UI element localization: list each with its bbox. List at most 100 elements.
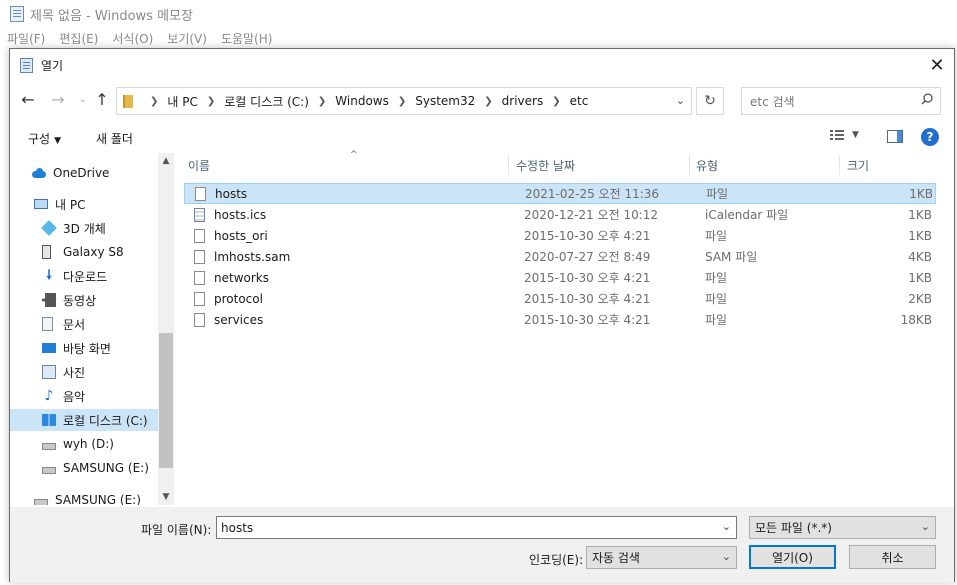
details-view-icon bbox=[830, 130, 844, 140]
address-bar[interactable]: ❯ 내 PC ❯ 로컬 디스크 (C:) ❯ Windows ❯ System3… bbox=[116, 87, 692, 115]
column-divider[interactable] bbox=[689, 155, 690, 175]
open-button[interactable]: 열기(O) bbox=[749, 545, 836, 569]
scroll-up-icon[interactable]: ▲ bbox=[158, 153, 174, 169]
filename-input[interactable]: hosts ⌄ bbox=[216, 516, 737, 539]
file-name: hosts_ori bbox=[214, 228, 268, 243]
nav-item-3d-objects[interactable]: 3D 개체 bbox=[41, 217, 106, 239]
dialog-title: 열기 bbox=[41, 58, 64, 73]
nav-item-label: wyh (D:) bbox=[63, 437, 114, 451]
nav-item-label: 동영상 bbox=[63, 293, 97, 308]
close-button[interactable]: ✕ bbox=[920, 49, 954, 81]
column-divider[interactable] bbox=[839, 155, 840, 175]
column-header-type[interactable]: 유형 bbox=[696, 153, 836, 177]
nav-item-label: SAMSUNG (E:) bbox=[55, 493, 141, 505]
column-header-size[interactable]: 크기 bbox=[847, 153, 937, 177]
chevron-right-icon[interactable]: ❯ bbox=[150, 96, 158, 107]
file-type-filter-select[interactable]: 모든 파일 (*.*) ⌄ bbox=[749, 516, 936, 539]
search-input[interactable]: etc 검색 bbox=[741, 87, 941, 115]
picture-icon bbox=[42, 365, 56, 379]
organize-button[interactable]: 구성 ▼ bbox=[28, 130, 61, 147]
file-row-networks[interactable]: networks 2015-10-30 오후 4:21 파일 1KB bbox=[184, 267, 936, 288]
notepad-icon bbox=[10, 6, 24, 22]
file-icon bbox=[195, 186, 206, 201]
breadcrumb-etc[interactable]: etc bbox=[570, 94, 589, 108]
dialog-titlebar: 열기 ✕ bbox=[10, 49, 954, 81]
file-row-hosts[interactable]: hosts 2021-02-25 오전 11:36 파일 1KB bbox=[184, 183, 936, 204]
encoding-label: 인코딩(E): bbox=[529, 553, 584, 567]
search-icon[interactable] bbox=[921, 93, 933, 105]
file-row-hosts-ics[interactable]: hosts.ics 2020-12-21 오전 10:12 iCalendar … bbox=[184, 204, 936, 225]
encoding-select[interactable]: 자동 검색 ⌄ bbox=[586, 546, 737, 569]
file-icon bbox=[194, 228, 205, 243]
pc-icon bbox=[34, 199, 48, 209]
menu-file[interactable]: 파일(F) bbox=[7, 30, 45, 47]
new-folder-button[interactable]: 새 폴더 bbox=[96, 130, 133, 147]
cancel-button[interactable]: 취소 bbox=[849, 545, 936, 569]
scrollbar-thumb[interactable] bbox=[159, 333, 173, 468]
breadcrumb-local-disk[interactable]: 로컬 디스크 (C:) bbox=[224, 93, 309, 110]
file-type: iCalendar 파일 bbox=[705, 208, 789, 222]
file-size: 18KB bbox=[900, 312, 932, 327]
chevron-right-icon[interactable]: ❯ bbox=[398, 96, 406, 107]
file-row-protocol[interactable]: protocol 2015-10-30 오후 4:21 파일 2KB bbox=[184, 288, 936, 309]
nav-item-drive-e-root[interactable]: SAMSUNG (E:) bbox=[34, 489, 141, 505]
nav-item-drive-d[interactable]: wyh (D:) bbox=[42, 433, 114, 455]
nav-item-videos[interactable]: 동영상 bbox=[42, 289, 96, 311]
chevron-right-icon[interactable]: ❯ bbox=[207, 96, 215, 107]
file-name: hosts.ics bbox=[214, 207, 267, 222]
command-bar: 구성 ▼ 새 폴더 ▼ ? bbox=[10, 123, 954, 151]
breadcrumb-system32[interactable]: System32 bbox=[415, 94, 475, 108]
file-row-hosts-ori[interactable]: hosts_ori 2015-10-30 오후 4:21 파일 1KB bbox=[184, 225, 936, 246]
file-date: 2021-02-25 오전 11:36 bbox=[525, 187, 660, 201]
column-header-name[interactable]: 이름 bbox=[188, 153, 508, 177]
menu-format[interactable]: 서식(O) bbox=[112, 30, 153, 47]
chevron-right-icon[interactable]: ❯ bbox=[552, 96, 560, 107]
onedrive-icon bbox=[32, 166, 46, 180]
drive-icon bbox=[42, 442, 56, 450]
menu-help[interactable]: 도움말(H) bbox=[221, 30, 273, 47]
nav-item-this-pc[interactable]: 내 PC bbox=[34, 193, 85, 215]
column-header-date[interactable]: 수정한 날짜 bbox=[516, 153, 688, 177]
column-divider[interactable] bbox=[508, 155, 509, 175]
change-view-button[interactable]: ▼ bbox=[830, 129, 859, 141]
caret-down-icon: ▼ bbox=[852, 130, 859, 140]
file-row-lmhosts-sam[interactable]: lmhosts.sam 2020-07-27 오전 8:49 SAM 파일 4K… bbox=[184, 246, 936, 267]
file-type: 파일 bbox=[705, 271, 728, 285]
forward-arrow-icon[interactable]: → bbox=[46, 87, 70, 111]
up-arrow-icon[interactable]: ↑ bbox=[90, 87, 114, 111]
music-icon: ♪ bbox=[44, 388, 54, 404]
breadcrumb-this-pc[interactable]: 내 PC bbox=[167, 93, 197, 110]
menu-view[interactable]: 보기(V) bbox=[167, 30, 207, 47]
nav-item-galaxy-s8[interactable]: Galaxy S8 bbox=[42, 241, 124, 263]
file-row-services[interactable]: services 2015-10-30 오후 4:21 파일 18KB bbox=[184, 309, 936, 330]
breadcrumb-drivers[interactable]: drivers bbox=[502, 94, 544, 108]
chevron-right-icon[interactable]: ❯ bbox=[318, 96, 326, 107]
file-icon bbox=[194, 312, 205, 327]
nav-item-downloads[interactable]: 🠗 다운로드 bbox=[42, 265, 107, 287]
desktop-icon bbox=[42, 343, 56, 353]
nav-item-documents[interactable]: 문서 bbox=[42, 313, 85, 335]
chevron-down-icon[interactable]: ⌄ bbox=[722, 520, 731, 533]
nav-item-pictures[interactable]: 사진 bbox=[42, 361, 85, 383]
file-name: services bbox=[214, 312, 264, 327]
notepad-titlebar: 제목 없음 - Windows 메모장 bbox=[0, 0, 957, 28]
nav-item-label: 문서 bbox=[63, 317, 86, 332]
file-size: 4KB bbox=[908, 249, 932, 264]
nav-item-drive-e[interactable]: SAMSUNG (E:) bbox=[42, 457, 149, 479]
nav-item-local-disk-c[interactable]: 로컬 디스크 (C:) bbox=[10, 409, 158, 431]
chevron-down-icon[interactable]: ⌄ bbox=[676, 94, 685, 107]
refresh-icon[interactable]: ↻ bbox=[696, 87, 724, 115]
nav-item-music[interactable]: ♪ 음악 bbox=[42, 385, 86, 407]
preview-pane-icon[interactable] bbox=[887, 130, 903, 143]
nav-item-desktop[interactable]: 바탕 화면 bbox=[42, 337, 111, 359]
nav-item-onedrive[interactable]: OneDrive bbox=[32, 162, 109, 184]
breadcrumb-windows[interactable]: Windows bbox=[335, 94, 389, 108]
chevron-right-icon[interactable]: ❯ bbox=[484, 96, 492, 107]
back-arrow-icon[interactable]: ← bbox=[16, 87, 40, 111]
dialog-footer: 파일 이름(N): hosts ⌄ 모든 파일 (*.*) ⌄ 인코딩(E): … bbox=[10, 507, 954, 583]
organize-label: 구성 bbox=[28, 132, 51, 146]
menu-edit[interactable]: 편집(E) bbox=[59, 30, 98, 47]
help-icon[interactable]: ? bbox=[921, 128, 939, 146]
scroll-down-icon[interactable]: ▼ bbox=[158, 489, 174, 505]
nav-pane-scrollbar[interactable]: ▲ ▼ bbox=[158, 153, 174, 505]
